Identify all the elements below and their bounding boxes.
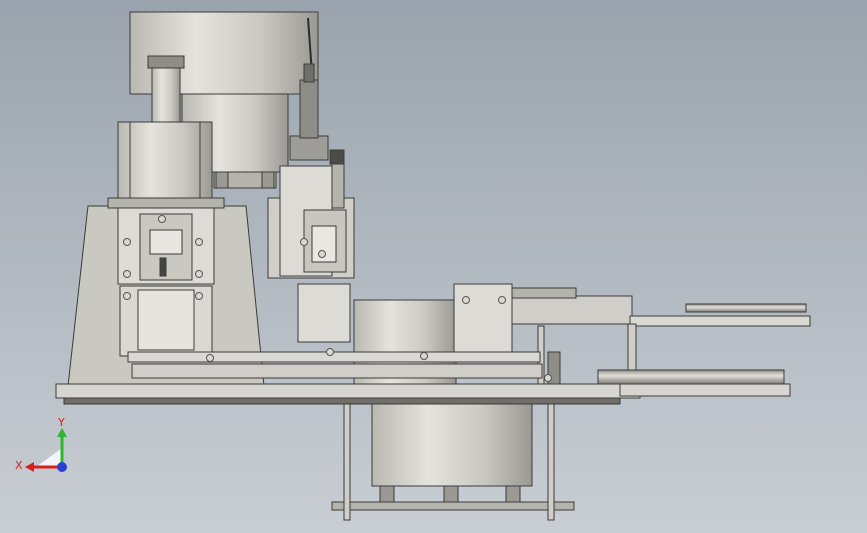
base-extension xyxy=(619,383,791,397)
hex-nut xyxy=(147,55,185,69)
lower-cylinder-rod xyxy=(597,369,785,385)
motor-body xyxy=(117,121,213,199)
assembly-drawing[interactable]: Y X xyxy=(0,0,867,533)
upper-rail-head xyxy=(511,287,577,299)
slide-module-a xyxy=(297,283,351,343)
pick-head-housing xyxy=(289,135,329,161)
bolt-icon xyxy=(420,352,428,360)
press-ram-pin xyxy=(159,257,167,277)
cross-rail xyxy=(127,351,541,363)
bottom-stand-base xyxy=(331,501,575,511)
bolt-icon xyxy=(544,374,552,382)
bolt-icon xyxy=(498,296,506,304)
bolt-icon xyxy=(123,238,131,246)
top-bowl-foot-right xyxy=(261,171,275,189)
bolt-icon xyxy=(158,215,166,223)
frame-inner-plate xyxy=(107,197,225,209)
press-ram-window xyxy=(149,229,183,255)
z-axis-dot xyxy=(57,462,67,472)
bottom-bowl-foot-3 xyxy=(505,485,521,503)
upper-rail-frame xyxy=(511,295,633,325)
cross-rail-lower xyxy=(131,363,543,379)
stand-leg-left xyxy=(343,395,351,521)
cad-viewport[interactable]: Y X xyxy=(0,0,867,533)
side-sensor xyxy=(329,149,345,165)
stand-leg-right xyxy=(547,395,555,521)
upper-rail-extension xyxy=(629,315,811,327)
bolt-icon xyxy=(462,296,470,304)
bottom-bowl-foot-2 xyxy=(443,485,459,503)
pick-head-stem xyxy=(299,79,319,139)
bolt-icon xyxy=(123,292,131,300)
bolt-icon xyxy=(318,250,326,258)
top-bowl-foot-left xyxy=(215,171,229,189)
bolt-icon xyxy=(195,292,203,300)
bolt-icon xyxy=(195,238,203,246)
bottom-bowl-lower xyxy=(371,399,533,487)
bolt-icon xyxy=(300,238,308,246)
motor-neck xyxy=(151,67,181,123)
bottom-bowl-foot-1 xyxy=(379,485,395,503)
bolt-icon xyxy=(206,354,214,362)
base-plate-shadow xyxy=(63,397,621,405)
bolt-icon xyxy=(326,348,334,356)
upper-cylinder-rod xyxy=(685,303,807,313)
slide-plate xyxy=(137,289,195,351)
bolt-icon xyxy=(195,270,203,278)
tower-vertical-rail xyxy=(331,159,345,209)
y-axis-label: Y xyxy=(57,416,65,429)
bolt-icon xyxy=(123,270,131,278)
base-plate xyxy=(55,383,641,399)
pick-head-cap xyxy=(303,63,315,83)
x-axis-label: X xyxy=(15,459,23,472)
slide-module-b xyxy=(453,283,513,357)
